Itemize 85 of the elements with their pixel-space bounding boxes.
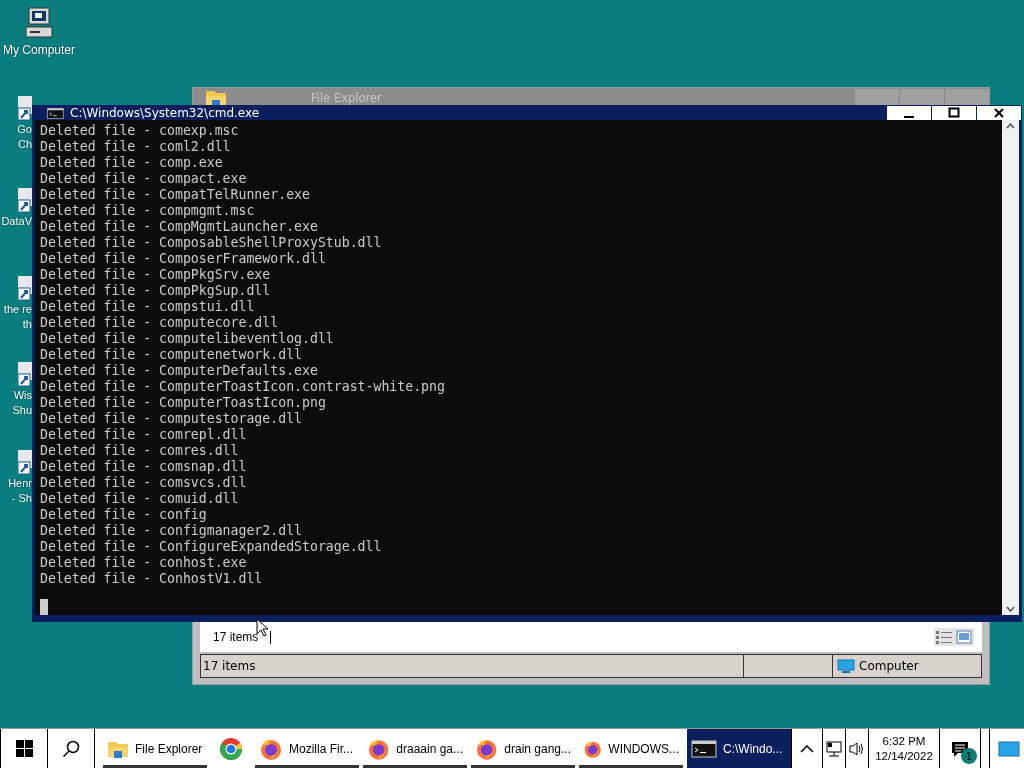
icon-label: th <box>22 317 32 332</box>
output-line: Deleted file - configmanager2.dll <box>40 523 303 539</box>
scroll-down-icon <box>1006 606 1015 612</box>
output-line: Deleted file - compact.exe <box>40 171 248 187</box>
minimize-button[interactable] <box>887 106 931 120</box>
icon-label: Wis <box>13 388 32 403</box>
speaker-icon <box>848 740 866 757</box>
date-text: 12/14/2022 <box>875 748 933 764</box>
output-line: Deleted file - ComputerToastIcon.contrast-white.png <box>40 379 446 395</box>
output-line: Deleted file - ComposableShellProxyStub.dll <box>40 235 383 251</box>
taskbar-button[interactable]: C:\Windo... <box>687 729 791 768</box>
icon-label: the re <box>3 302 32 317</box>
output-line: Deleted file - coml2.dll <box>40 139 232 155</box>
output-line: Deleted file - comp.exe <box>40 155 224 171</box>
icon-label: Go <box>17 122 32 137</box>
output-line: Deleted file - ConhostV1.dll <box>40 571 264 587</box>
output-line: Deleted file - CompPkgSup.dll <box>40 283 272 299</box>
output-line: Deleted file - comsvcs.dll <box>40 475 248 491</box>
icon-label: My Computer <box>3 43 75 57</box>
output-line: Deleted file - compstui.dll <box>40 299 256 315</box>
taskbar-button[interactable]: File Explorer <box>103 729 207 768</box>
mouse-pointer-icon <box>256 618 268 637</box>
output-line: Deleted file - CompatTelRunner.exe <box>40 187 311 203</box>
shortcut-icon <box>18 448 32 476</box>
scroll-up-icon <box>1006 123 1015 129</box>
details-view-icon <box>936 630 952 644</box>
clock[interactable]: 6:32 PM 12/14/2022 <box>868 729 939 768</box>
output-line: Deleted file - config <box>40 507 208 523</box>
shortcut-icon <box>18 186 32 214</box>
taskbar-button[interactable]: draaain ga... <box>363 729 467 768</box>
status-text: 17 items <box>201 655 744 677</box>
taskbar-button[interactable]: Mozilla Fir... <box>255 729 359 768</box>
window-title: File Explorer <box>311 91 382 105</box>
search-icon <box>62 739 80 758</box>
output-line: Deleted file - ComputerDefaults.exe <box>40 363 319 379</box>
location-text: Computer <box>859 659 919 673</box>
monitor-icon <box>837 658 855 674</box>
icon-label: Henr <box>8 476 32 491</box>
shortcut-icon <box>18 274 32 302</box>
output-line: Deleted file - comres.dll <box>40 443 240 459</box>
icon-label: DataV <box>1 214 32 229</box>
network-icon <box>825 739 843 758</box>
close-button[interactable] <box>977 106 1021 120</box>
shortcut-icon <box>18 94 32 122</box>
output-line: Deleted file - CompPkgSrv.exe <box>40 267 272 283</box>
output-line: Deleted file - comuid.dll <box>40 491 240 507</box>
output-line: Deleted file - ConfigureExpandedStorage.dll <box>40 539 383 555</box>
chrome-icon <box>219 736 243 761</box>
output-line: Deleted file - ComputerToastIcon.png <box>40 395 327 411</box>
window-title: C:\Windows\System32\cmd.exe <box>70 106 260 120</box>
output-line: Deleted file - compmgmt.msc <box>40 203 256 219</box>
output-line: Deleted file - ComposerFramework.dll <box>40 251 327 267</box>
icon-label: - Sh <box>11 491 32 506</box>
output-line: Deleted file - computelibeventlog.dll <box>40 331 335 347</box>
scrollbar[interactable] <box>1002 120 1019 615</box>
start-button[interactable] <box>0 729 48 768</box>
windows-logo-icon <box>15 740 33 757</box>
desktop-icon <box>998 740 1020 757</box>
icon-label: Ch <box>17 137 32 152</box>
taskbar-button[interactable]: WINDOWS... <box>579 729 683 768</box>
output-line: Deleted file - computestorage.dll <box>40 411 303 427</box>
output-line: Deleted file - comsnap.dll <box>40 459 248 475</box>
output-line: Deleted file - CompMgmtLauncher.exe <box>40 219 319 235</box>
output-line: Deleted file - comrepl.dll <box>40 427 248 443</box>
taskbar-button[interactable]: drain gang... <box>471 729 575 768</box>
thumbnail-view-icon <box>956 630 972 644</box>
notifications-button[interactable]: 1 <box>939 729 980 768</box>
icon-label: Shu <box>12 403 32 418</box>
close-icon <box>993 107 1005 119</box>
text-cursor <box>40 599 48 615</box>
time-text: 6:32 PM <box>882 733 926 749</box>
maximize-icon <box>948 107 960 119</box>
console-icon <box>691 738 717 759</box>
output-line: Deleted file - comexp.msc <box>40 123 240 139</box>
minimize-icon <box>904 116 914 118</box>
chevron-up-icon <box>800 744 814 753</box>
shortcut-icon <box>18 360 32 388</box>
network-button[interactable] <box>822 729 845 768</box>
output-line: Deleted file - computecore.dll <box>40 315 280 331</box>
output-line: Deleted file - conhost.exe <box>40 555 248 571</box>
output-line: Deleted file - computenetwork.dll <box>40 347 303 363</box>
maximize-button[interactable] <box>932 106 976 120</box>
computer-icon <box>24 6 54 40</box>
notification-badge: 1 <box>961 748 977 764</box>
item-count: 17 items <box>213 630 259 644</box>
